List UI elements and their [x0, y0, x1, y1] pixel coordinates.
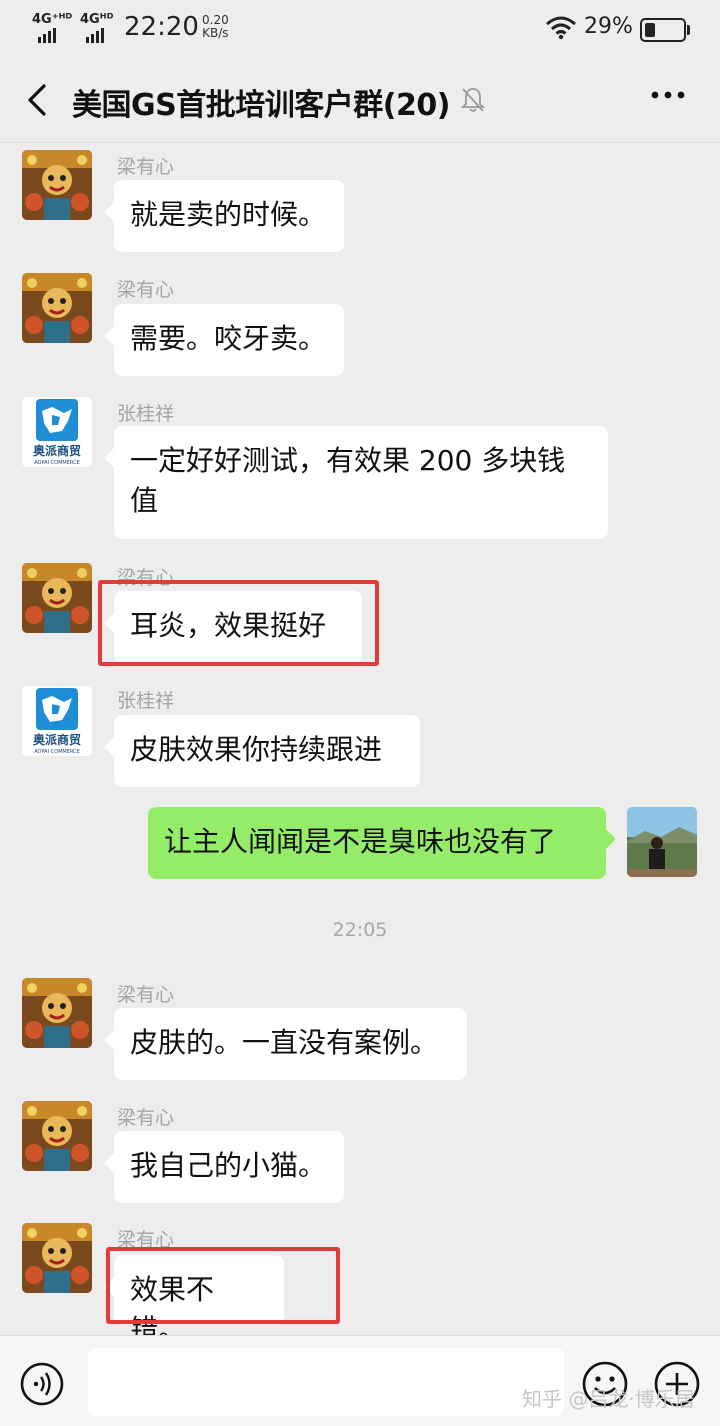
sender-name: 梁有心 [117, 1107, 175, 1129]
logo-sub: AOPAI COMMERCE [34, 460, 80, 466]
chat-input-bar [0, 1335, 720, 1426]
avatar-illustration-icon [22, 563, 92, 633]
message-input[interactable] [88, 1348, 564, 1416]
network-speed-unit: KB/s [202, 26, 229, 40]
avatar-liang[interactable] [22, 150, 92, 220]
chat-header: 美国GS首批培训客户群(20) [0, 58, 720, 143]
signal-bars-1-icon [38, 24, 58, 43]
message-bubble[interactable]: 皮肤的。一直没有案例。 [114, 1008, 467, 1080]
message-text: 皮肤的。一直没有案例。 [130, 1026, 439, 1059]
chat-timestamp: 22:05 [332, 919, 388, 941]
signal-bars-2-icon [86, 24, 106, 43]
avatar-illustration-icon [22, 978, 92, 1048]
aopai-logo-icon: 奥派商贸 AOPAI COMMERCE [22, 397, 92, 467]
logo-sub: AOPAI COMMERCE [34, 749, 80, 755]
wifi-icon [546, 16, 576, 40]
message-bubble[interactable]: 一定好好测试，有效果 200 多块钱值 [114, 426, 608, 539]
logo-brand: 奥派商贸 [33, 443, 81, 458]
sender-name: 梁有心 [117, 984, 175, 1006]
voice-icon[interactable] [20, 1362, 64, 1406]
message-text: 皮肤效果你持续跟进 [130, 733, 383, 766]
sender-name: 张桂祥 [117, 403, 175, 425]
message-text: 我自己的小猫。 [130, 1149, 327, 1182]
sender-name: 张桂祥 [117, 690, 175, 712]
message-bubble[interactable]: 皮肤效果你持续跟进 [114, 715, 420, 787]
avatar-liang[interactable] [22, 1223, 92, 1293]
status-bar: 4G⁺ᴴᴰ 4Gᴴᴰ 22:20 0.20 KB/s 29% [0, 0, 720, 58]
chat-title: 美国GS首批培训客户群(20) [72, 88, 450, 123]
battery-percent: 29% [584, 14, 633, 39]
highlight-box [106, 1247, 340, 1324]
avatar-liang[interactable] [22, 1101, 92, 1171]
avatar-self[interactable] [627, 807, 697, 877]
back-chevron-icon[interactable] [20, 82, 56, 118]
message-bubble[interactable]: 就是卖的时候。 [114, 180, 344, 252]
battery-icon [640, 18, 690, 42]
message-bubble[interactable]: 我自己的小猫。 [114, 1131, 344, 1203]
message-text: 一定好好测试，有效果 200 多块钱值 [130, 444, 566, 517]
avatar-illustration-icon [22, 273, 92, 343]
sender-name: 梁有心 [117, 279, 175, 301]
aopai-logo-icon: 奥派商贸 AOPAI COMMERCE [22, 686, 92, 756]
avatar-zhang[interactable]: 奥派商贸 AOPAI COMMERCE [22, 397, 92, 467]
avatar-illustration-icon [22, 150, 92, 220]
avatar-photo-icon [627, 807, 697, 877]
logo-brand: 奥派商贸 [33, 732, 81, 747]
status-time: 22:20 [124, 12, 199, 42]
message-bubble[interactable]: 需要。咬牙卖。 [114, 304, 344, 376]
message-bubble-self[interactable]: 让主人闻闻是不是臭味也没有了 [148, 807, 606, 879]
more-options-icon[interactable] [650, 88, 686, 102]
avatar-zhang[interactable]: 奥派商贸 AOPAI COMMERCE [22, 686, 92, 756]
avatar-liang[interactable] [22, 978, 92, 1048]
highlight-box [98, 580, 379, 666]
watermark: 知乎 @吕龙·博乐居 [522, 1387, 695, 1411]
message-text: 需要。咬牙卖。 [130, 322, 327, 355]
network-speed: 0.20 KB/s [202, 14, 229, 40]
avatar-illustration-icon [22, 1101, 92, 1171]
avatar-liang[interactable] [22, 563, 92, 633]
avatar-illustration-icon [22, 1223, 92, 1293]
bell-muted-icon [460, 88, 486, 112]
message-text: 让主人闻闻是不是臭味也没有了 [164, 825, 557, 858]
message-text: 就是卖的时候。 [130, 198, 327, 231]
avatar-liang[interactable] [22, 273, 92, 343]
sender-name: 梁有心 [117, 156, 175, 178]
